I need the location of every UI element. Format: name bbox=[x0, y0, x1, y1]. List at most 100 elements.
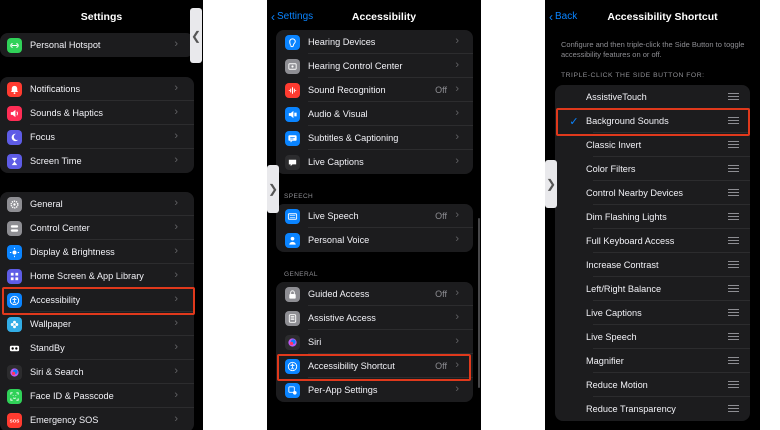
row-label: Audio & Visual bbox=[308, 109, 368, 119]
shortcut-option-magnifier[interactable]: Magnifier bbox=[555, 349, 750, 373]
row-label: Sounds & Haptics bbox=[30, 108, 104, 118]
chevron-right-icon: › bbox=[174, 269, 178, 281]
settings-row-guided-access[interactable]: Guided Access Off › bbox=[276, 282, 473, 306]
settings-row-per-app-settings[interactable]: Per-App Settings › bbox=[276, 378, 473, 402]
row-label: Guided Access bbox=[308, 289, 370, 299]
settings-row-siri[interactable]: Siri › bbox=[276, 330, 473, 354]
chevron-right-icon: › bbox=[174, 82, 178, 94]
drag-handle-icon[interactable] bbox=[728, 189, 739, 196]
drag-handle-icon[interactable] bbox=[728, 165, 739, 172]
option-label: Magnifier bbox=[586, 356, 624, 366]
row-label: Hearing Devices bbox=[308, 37, 376, 47]
settings-row-standby[interactable]: StandBy › bbox=[0, 336, 194, 360]
chevron-right-icon: › bbox=[455, 287, 459, 299]
option-label: Left/Right Balance bbox=[586, 284, 662, 294]
shortcut-option-assistivetouch[interactable]: AssistiveTouch bbox=[555, 85, 750, 109]
chevron-right-icon: › bbox=[455, 383, 459, 395]
grid-icon bbox=[7, 268, 22, 284]
chevron-right-icon: › bbox=[174, 106, 178, 118]
settings-row-screen-time[interactable]: Screen Time › bbox=[0, 149, 194, 173]
shortcut-option-color-filters[interactable]: Color Filters bbox=[555, 157, 750, 181]
option-label: Full Keyboard Access bbox=[586, 236, 675, 246]
chevron-left-icon: ‹ bbox=[271, 9, 275, 24]
shortcut-option-full-keyboard-access[interactable]: Full Keyboard Access bbox=[555, 229, 750, 253]
chevron-right-icon: › bbox=[174, 154, 178, 166]
shortcut-option-reduce-transparency[interactable]: Reduce Transparency bbox=[555, 397, 750, 421]
expand-sidebar-tab[interactable]: ❯ bbox=[545, 160, 557, 208]
shortcut-option-live-captions[interactable]: Live Captions bbox=[555, 301, 750, 325]
shortcut-option-control-nearby-devices[interactable]: Control Nearby Devices bbox=[555, 181, 750, 205]
settings-row-general[interactable]: General › bbox=[0, 192, 194, 216]
row-label: General bbox=[30, 199, 63, 209]
settings-row-hearing-devices[interactable]: Hearing Devices › bbox=[276, 30, 473, 54]
accessibility-highlight-box bbox=[2, 287, 195, 315]
row-label: Screen Time bbox=[30, 156, 82, 166]
row-value: Off bbox=[435, 211, 447, 221]
settings-row-notifications[interactable]: Notifications › bbox=[0, 77, 194, 101]
settings-row-subtitles-and-captioning[interactable]: Subtitles & Captioning › bbox=[276, 126, 473, 150]
settings-row-control-center[interactable]: Control Center › bbox=[0, 216, 194, 240]
lock-icon bbox=[285, 286, 300, 302]
shortcut-option-live-speech[interactable]: Live Speech bbox=[555, 325, 750, 349]
chevron-right-icon: › bbox=[174, 130, 178, 142]
settings-row-assistive-access[interactable]: Assistive Access › bbox=[276, 306, 473, 330]
sun-icon bbox=[7, 244, 22, 260]
settings-row-focus[interactable]: Focus › bbox=[0, 125, 194, 149]
speech-section-header: SPEECH bbox=[284, 193, 314, 200]
collapse-sidebar-tab[interactable]: ❮ bbox=[190, 8, 202, 63]
chevron-right-icon: › bbox=[455, 107, 459, 119]
shortcut-option-classic-invert[interactable]: Classic Invert bbox=[555, 133, 750, 157]
drag-handle-icon[interactable] bbox=[728, 141, 739, 148]
settings-row-audio-and-visual[interactable]: Audio & Visual › bbox=[276, 102, 473, 126]
settings-row-face-id-and-passcode[interactable]: Face ID & Passcode › bbox=[0, 384, 194, 408]
drag-handle-icon[interactable] bbox=[728, 381, 739, 388]
row-label: Display & Brightness bbox=[30, 247, 115, 257]
settings-row-sounds-and-haptics[interactable]: Sounds & Haptics › bbox=[0, 101, 194, 125]
drag-handle-icon[interactable] bbox=[728, 237, 739, 244]
audio-visual-icon bbox=[285, 106, 300, 122]
shortcut-option-left-right-balance[interactable]: Left/Right Balance bbox=[555, 277, 750, 301]
row-label: StandBy bbox=[30, 343, 65, 353]
drag-handle-icon[interactable] bbox=[728, 93, 739, 100]
accessibility-group-hearing: Hearing Devices › Hearing Control Center › S… bbox=[276, 30, 473, 174]
settings-row-personal-hotspot[interactable]: Personal Hotspot › bbox=[0, 33, 194, 57]
settings-row-live-captions[interactable]: Live Captions › bbox=[276, 150, 473, 174]
shortcut-option-dim-flashing-lights[interactable]: Dim Flashing Lights bbox=[555, 205, 750, 229]
drag-handle-icon[interactable] bbox=[728, 213, 739, 220]
chevron-right-icon: › bbox=[174, 221, 178, 233]
drag-handle-icon[interactable] bbox=[728, 405, 739, 412]
chevron-right-icon: ❯ bbox=[267, 182, 279, 196]
drag-handle-icon[interactable] bbox=[728, 285, 739, 292]
drag-handle-icon[interactable] bbox=[728, 333, 739, 340]
settings-row-display-and-brightness[interactable]: Display & Brightness › bbox=[0, 240, 194, 264]
drag-handle-icon[interactable] bbox=[728, 309, 739, 316]
row-label: Emergency SOS bbox=[30, 415, 99, 425]
settings-row-emergency-sos[interactable]: SOS Emergency SOS › bbox=[0, 408, 194, 430]
shortcut-description: Configure and then triple-click the Side… bbox=[561, 40, 745, 59]
siri-icon bbox=[7, 364, 22, 380]
shortcut-option-increase-contrast[interactable]: Increase Contrast bbox=[555, 253, 750, 277]
chevron-left-icon: ‹ bbox=[549, 9, 553, 24]
chevron-right-icon: › bbox=[455, 35, 459, 47]
chevron-right-icon: › bbox=[455, 335, 459, 347]
settings-row-siri-and-search[interactable]: Siri & Search › bbox=[0, 360, 194, 384]
settings-row-hearing-control-center[interactable]: Hearing Control Center › bbox=[276, 54, 473, 78]
triple-click-header: TRIPLE-CLICK THE SIDE BUTTON FOR: bbox=[561, 72, 705, 79]
settings-row-personal-voice[interactable]: Personal Voice › bbox=[276, 228, 473, 252]
chevron-right-icon: › bbox=[174, 197, 178, 209]
settings-row-sound-recognition[interactable]: Sound Recognition Off › bbox=[276, 78, 473, 102]
settings-row-wallpaper[interactable]: Wallpaper › bbox=[0, 312, 194, 336]
chevron-right-icon: › bbox=[174, 245, 178, 257]
row-label: Focus bbox=[30, 132, 56, 142]
settings-row-home-screen-and-app-library[interactable]: Home Screen & App Library › bbox=[0, 264, 194, 288]
chevron-right-icon: › bbox=[455, 233, 459, 245]
drag-handle-icon[interactable] bbox=[728, 261, 739, 268]
option-label: Color Filters bbox=[586, 164, 636, 174]
drag-handle-icon[interactable] bbox=[728, 357, 739, 364]
shortcut-option-reduce-motion[interactable]: Reduce Motion bbox=[555, 373, 750, 397]
settings-row-live-speech[interactable]: Live Speech Off › bbox=[276, 204, 473, 228]
expand-sidebar-tab[interactable]: ❯ bbox=[267, 165, 279, 213]
scrollbar[interactable] bbox=[478, 218, 480, 388]
chevron-right-icon: › bbox=[174, 38, 178, 50]
settings-title: Settings bbox=[80, 11, 123, 23]
